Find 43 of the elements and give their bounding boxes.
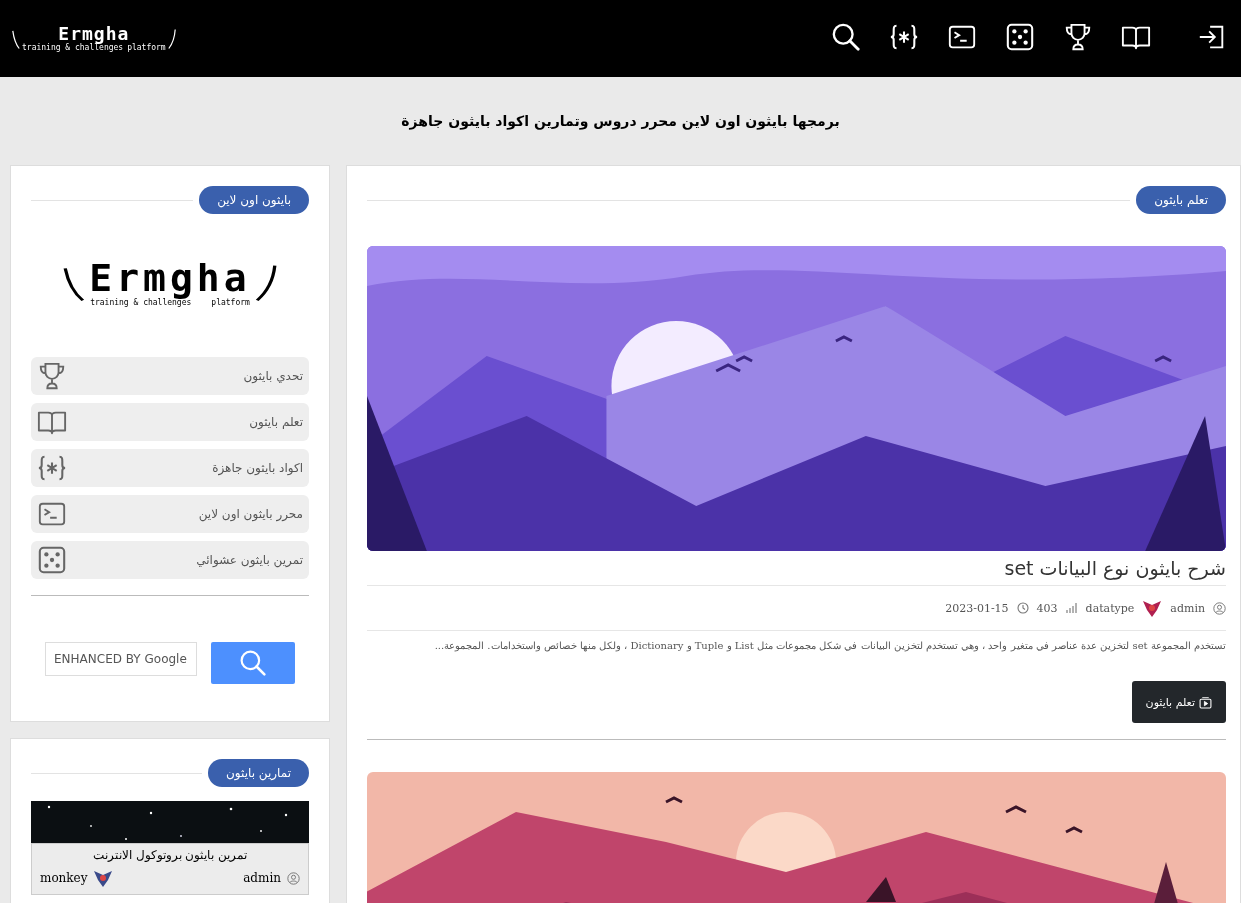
user-icon [287,871,300,885]
bar-chart-icon [1065,602,1078,614]
widget-title: تمارين بايثون [208,759,309,787]
category-name[interactable]: datatype [1085,601,1135,615]
read-more-button[interactable]: تعلم بايثون [1131,681,1226,723]
sidebar-item[interactable]: محرر بايثون اون لاين [31,495,309,533]
post-date: 2023-01-15 [945,601,1009,615]
sidebar-item[interactable]: تمرين بايثون عشوائي [31,541,309,579]
sidebar-item[interactable]: تعلم بايثون [31,403,309,441]
author-name[interactable]: admin [1170,601,1205,615]
search-icon [239,649,267,677]
avatar-icon [93,868,114,888]
swoosh-icon [254,263,277,303]
logo-name: Ermgha [58,25,130,43]
search-field[interactable]: ENHANCED BY Google [45,642,197,676]
search-icon[interactable] [831,21,861,52]
widget-title: بايثون اون لاين [199,186,309,214]
search-button[interactable] [211,642,295,684]
sidebar-item[interactable]: اكواد بايثون جاهزة [31,449,309,487]
logo-tagline: platform [211,299,250,307]
trophy-icon[interactable] [1063,21,1093,52]
avatar-icon [1142,598,1163,618]
post-excerpt: تستخدم المجموعة set لتخزين عدة عناصر في متغير واحد ، وهي تستخدم لتخزين البيانات في شكل مجموعات مثل List و Tuple و Dictionary ، ولكل منها خصائص واستخدامات. المجموعة... [433,639,1226,653]
site-tagline: برمجها بايثون اون لاين محرر دروس وتمارين اكواد بايثون جاهزة [401,113,840,129]
logo-tagline: platform [127,44,166,52]
dice-icon [37,545,67,575]
swoosh-icon [167,27,176,50]
logo-tagline: training & challenges [90,299,192,307]
play-icon [1199,695,1212,709]
logo-name: Ermgha [89,259,251,297]
post-title[interactable]: شرح بايثون نوع البيانات set [367,551,1226,586]
section-title: تعلم بايثون [1136,186,1226,214]
view-count: 403 [1036,601,1058,615]
trophy-icon [37,361,67,391]
sidebar-item[interactable]: تحدي بايثون [31,357,309,395]
clock-icon [1016,602,1029,614]
dice-icon[interactable] [1005,21,1035,52]
post-title[interactable]: تمرين بايثون بروتوكول الانترنت [40,848,300,862]
user-icon [1213,601,1226,615]
braces-icon [37,453,67,483]
category-name[interactable]: monkey [40,871,88,885]
author-name[interactable]: admin [243,871,281,885]
logo-tagline: training & challenges [22,44,124,52]
